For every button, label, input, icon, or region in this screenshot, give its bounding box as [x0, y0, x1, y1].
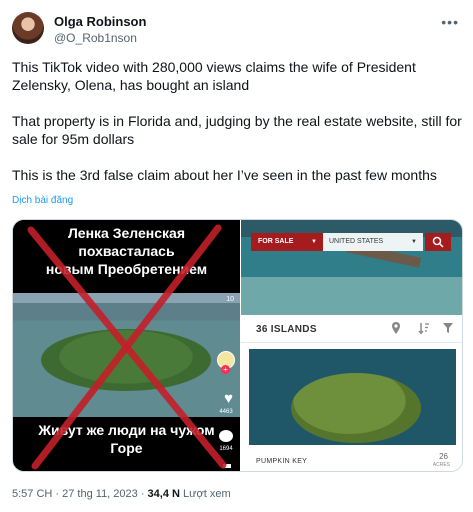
- comment-count: 1694: [219, 446, 233, 452]
- caption-line: похвасталась: [78, 243, 175, 259]
- share-icon: [223, 464, 231, 468]
- sort-icon[interactable]: [418, 321, 430, 335]
- tweet-paragraph: That property is in Florida and, judging…: [12, 113, 462, 147]
- chevron-down-icon: ▼: [411, 239, 417, 245]
- more-options-icon[interactable]: •••: [441, 14, 459, 30]
- search-icon: [432, 236, 444, 248]
- video-number: 10: [226, 296, 234, 303]
- views-label: Lượt xem: [179, 488, 231, 500]
- author-handle[interactable]: @O_Rob1nson: [54, 31, 137, 45]
- tweet-paragraph: This is the 3rd false claim about her I’…: [12, 167, 437, 183]
- results-bar: 36 ISLANDS: [241, 315, 462, 343]
- caption-line: Живут же люди на чужом: [38, 422, 215, 438]
- country-label: UNITED STATES: [329, 238, 384, 245]
- caption-line: Ленка Зеленская: [67, 225, 185, 241]
- filter-icon[interactable]: [442, 321, 454, 335]
- tweet-text: This TikTok video with 280,000 views cla…: [12, 58, 462, 202]
- view-count: 34,4 N: [147, 488, 180, 500]
- chevron-down-icon: ▼: [311, 239, 317, 245]
- caption-line: Горе: [110, 440, 143, 456]
- tweet-header: Olga Robinson @O_Rob1nson •••: [12, 12, 461, 48]
- map-pin-icon[interactable]: [391, 321, 401, 335]
- like-count: 4463: [219, 409, 233, 415]
- comment-icon: [219, 430, 233, 442]
- tweet-footer: 5:57 CH · 27 thg 11, 2023 · 34,4 N Lượt …: [12, 488, 231, 500]
- author-name[interactable]: Olga Robinson: [54, 14, 146, 29]
- results-count: 36 ISLANDS: [256, 324, 317, 335]
- country-dropdown[interactable]: UNITED STATES ▼: [323, 233, 423, 251]
- tiktok-caption-top: Ленка Зеленская похвасталась новым Преоб…: [13, 220, 240, 293]
- avatar[interactable]: [12, 12, 44, 44]
- tiktok-caption-bottom: Живут же люди на чужом Горе: [13, 417, 240, 471]
- acres-value: 26: [439, 452, 448, 461]
- search-button[interactable]: [425, 233, 451, 251]
- acres-label: ACRES: [432, 462, 450, 468]
- translate-post-link[interactable]: Dịch bài đăng: [12, 195, 73, 206]
- listing-photo[interactable]: [249, 349, 456, 445]
- island-shape: [291, 373, 421, 443]
- follow-plus-icon: +: [221, 365, 230, 374]
- for-sale-dropdown[interactable]: FOR SALE ▼: [251, 233, 323, 251]
- tweet-media[interactable]: Ленка Зеленская похвасталась новым Преоб…: [12, 219, 463, 472]
- heart-icon: ♥: [224, 390, 233, 407]
- island-aerial-photo: [13, 293, 240, 417]
- caption-line: новым Преобретением: [45, 261, 208, 277]
- tiktok-screenshot[interactable]: Ленка Зеленская похвасталась новым Преоб…: [13, 220, 240, 471]
- post-timestamp[interactable]: 5:57 CH · 27 thg 11, 2023 ·: [12, 488, 148, 500]
- island-shape: [41, 329, 211, 391]
- real-estate-screenshot[interactable]: FOR SALE ▼ UNITED STATES ▼ 36 ISLANDS PU…: [240, 220, 462, 471]
- tweet-paragraph: This TikTok video with 280,000 views cla…: [12, 59, 416, 93]
- listing-name[interactable]: PUMPKIN KEY: [256, 458, 307, 465]
- for-sale-label: FOR SALE: [258, 238, 294, 245]
